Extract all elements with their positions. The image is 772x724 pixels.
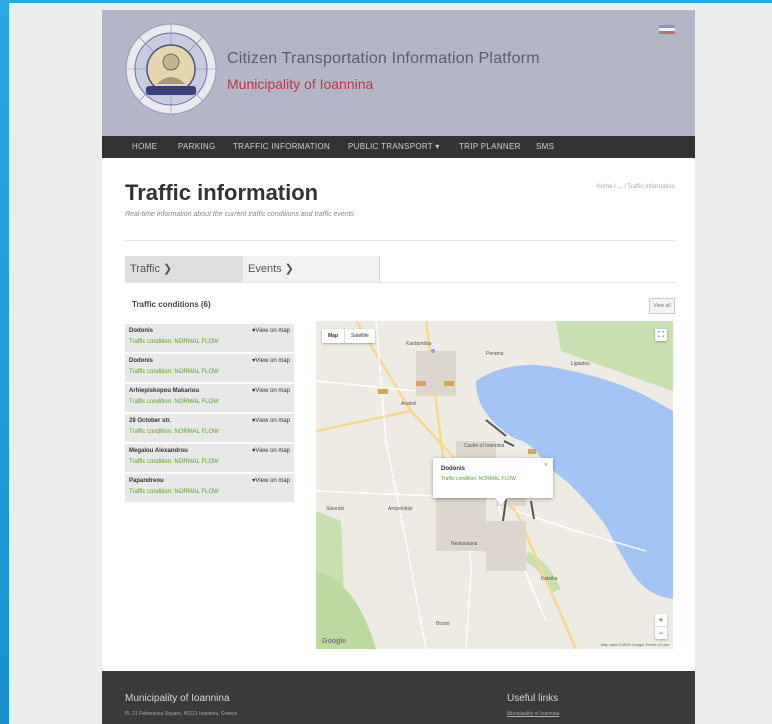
- view-on-map-link[interactable]: ♥View on map: [252, 328, 290, 334]
- popup-title: Dodonis: [441, 466, 465, 472]
- view-on-map-link[interactable]: ♥View on map: [252, 478, 290, 484]
- map-place-label: Katsika: [541, 576, 558, 582]
- item-road-name: Megalou Alexandrou: [129, 448, 188, 454]
- site-footer: Municipality of Ioannina Pl. 21 Februari…: [102, 671, 695, 724]
- divider: [125, 240, 675, 241]
- page-description: Real-time information about the current …: [125, 211, 355, 218]
- site-subtitle: Municipality of Ioannina: [227, 76, 374, 92]
- item-status: Traffic condition: NORMAL FLOW: [129, 339, 219, 345]
- traffic-conditions-title: Traffic conditions (6): [132, 300, 211, 309]
- nav-traffic-information[interactable]: TRAFFIC INFORMATION: [233, 142, 330, 151]
- view-on-map-link[interactable]: ♥View on map: [252, 418, 290, 424]
- breadcrumb[interactable]: Home / ... / Traffic information: [596, 184, 675, 190]
- item-status: Traffic condition: NORMAL FLOW: [129, 369, 219, 375]
- map-place-label: Anatoli: [401, 401, 417, 407]
- tab-traffic[interactable]: Traffic ❯: [125, 256, 243, 282]
- map-place-label: Perama: [486, 351, 504, 357]
- map-place-label: Ligiades: [571, 361, 590, 367]
- map-type-control: Map Satellite: [322, 329, 375, 343]
- map-attribution[interactable]: Map data ©2015 Google Terms of Use: [601, 642, 669, 647]
- nav-parking[interactable]: PARKING: [178, 142, 216, 151]
- map-place-label: Castle of Ioannina: [464, 443, 505, 449]
- google-logo: Google: [322, 638, 347, 645]
- item-road-name: Dodonis: [129, 358, 153, 364]
- item-road-name: Arhiepiskopou Makariou: [129, 388, 200, 394]
- view-on-map-link[interactable]: ♥View on map: [252, 448, 290, 454]
- list-item[interactable]: Dodonis ♥View on map Traffic condition: …: [125, 324, 294, 352]
- list-item[interactable]: Papandreou ♥View on map Traffic conditio…: [125, 474, 294, 502]
- map-place-label: Stavraki: [326, 506, 345, 512]
- close-icon[interactable]: ×: [544, 462, 548, 469]
- nav-public-transport[interactable]: PUBLIC TRANSPORT ▾: [348, 142, 440, 151]
- footer-link[interactable]: Municipality of Ioannina: [507, 711, 559, 717]
- view-on-map-link[interactable]: ♥View on map: [252, 358, 290, 364]
- map-place-label: Kardamitsa: [406, 341, 432, 347]
- item-status: Traffic condition: NORMAL FLOW: [129, 399, 219, 405]
- popup-tail: [495, 498, 507, 505]
- zoom-in-button[interactable]: +: [655, 614, 667, 627]
- zoom-out-button[interactable]: −: [655, 627, 667, 639]
- main-navigation: HOME PARKING TRAFFIC INFORMATION PUBLIC …: [102, 136, 695, 158]
- view-on-map-link[interactable]: ♥View on map: [252, 388, 290, 394]
- nav-home[interactable]: HOME: [132, 142, 157, 151]
- map-info-popup: Dodonis Traffic condition: NORMAL FLOW ×: [433, 458, 553, 505]
- list-item[interactable]: 28 October str. ♥View on map Traffic con…: [125, 414, 294, 442]
- item-status: Traffic condition: NORMAL FLOW: [129, 459, 219, 465]
- map-place-label: Bizani: [436, 621, 450, 627]
- view-all-button[interactable]: View all: [649, 298, 675, 314]
- item-road-name: Papandreou: [129, 478, 164, 484]
- list-item[interactable]: Dodonis ♥View on map Traffic condition: …: [125, 354, 294, 382]
- list-item[interactable]: Megalou Alexandrou ♥View on map Traffic …: [125, 444, 294, 472]
- footer-links-title: Useful links: [507, 693, 559, 704]
- site-title: Citizen Transportation Information Platf…: [227, 50, 540, 67]
- fullscreen-icon[interactable]: ⛶: [655, 329, 667, 341]
- footer-address: Pl. 21 Februariou Square, 45221 Ioannina…: [125, 711, 238, 717]
- popup-status: Traffic condition: NORMAL FLOW: [441, 476, 516, 482]
- language-flag-icon[interactable]: [659, 25, 675, 34]
- item-road-name: 28 October str.: [129, 418, 172, 424]
- map-place-label: Neokaisaria: [451, 541, 478, 547]
- map-place-label: Ampelokipi: [388, 506, 413, 512]
- item-status: Traffic condition: NORMAL FLOW: [129, 489, 219, 495]
- page-title: Traffic information: [125, 180, 319, 205]
- tabs-divider: [125, 282, 675, 283]
- nav-sms[interactable]: SMS: [536, 142, 554, 151]
- nav-trip-planner[interactable]: TRIP PLANNER: [459, 142, 521, 151]
- list-item[interactable]: Arhiepiskopou Makariou ♥View on map Traf…: [125, 384, 294, 412]
- map-type-map-button[interactable]: Map: [322, 329, 345, 343]
- site-header: Citizen Transportation Information Platf…: [102, 10, 695, 136]
- footer-title: Municipality of Ioannina: [125, 693, 230, 704]
- tab-events[interactable]: Events ❯: [243, 256, 380, 282]
- item-status: Traffic condition: NORMAL FLOW: [129, 429, 219, 435]
- web-page: Citizen Transportation Information Platf…: [102, 10, 695, 724]
- map-type-satellite-button[interactable]: Satellite: [345, 329, 375, 343]
- zoom-control: + −: [655, 614, 667, 639]
- municipality-logo-icon[interactable]: [124, 22, 218, 116]
- item-road-name: Dodonis: [129, 328, 153, 334]
- slide-background: Citizen Transportation Information Platf…: [9, 3, 772, 724]
- traffic-list: Dodonis ♥View on map Traffic condition: …: [125, 324, 294, 504]
- traffic-map[interactable]: Kardamitsa Perama Ligiades Castle of Ioa…: [316, 321, 673, 649]
